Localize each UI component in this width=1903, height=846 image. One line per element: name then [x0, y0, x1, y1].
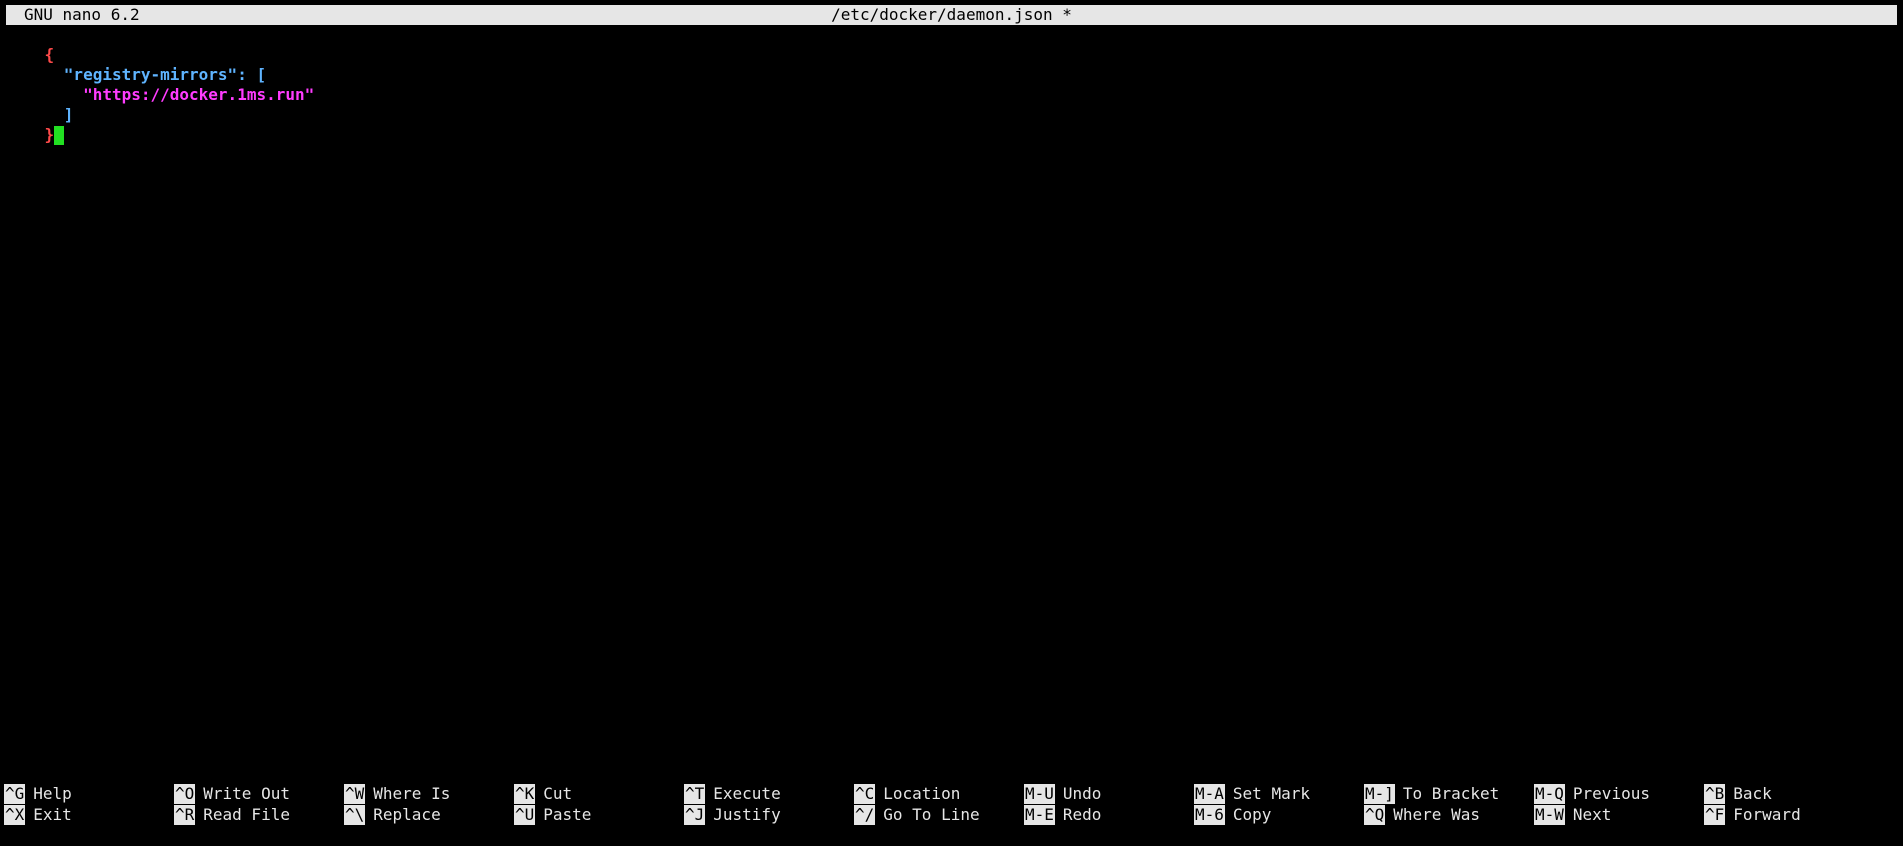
shortcut-write-out[interactable]: ^O Write Out: [174, 784, 290, 804]
shortcut-label: Read File: [203, 805, 290, 824]
code-line-3[interactable]: "https://docker.1ms.run": [6, 65, 314, 104]
shortcut-label: Paste: [543, 805, 592, 824]
shortcut-key: ^Q: [1364, 805, 1386, 825]
shortcut-read-file[interactable]: ^R Read File: [174, 805, 290, 825]
shortcut-cut[interactable]: ^K Cut: [514, 784, 572, 804]
shortcut-key: ^U: [514, 805, 536, 825]
shortcut-label: Undo: [1062, 784, 1102, 803]
shortcut-key: M-6: [1194, 805, 1225, 825]
shortcut-key: ^B: [1704, 784, 1726, 804]
shortcut-justify[interactable]: ^J Justify: [684, 805, 781, 825]
shortcut-label: Previous: [1572, 784, 1650, 803]
shortcut-set-mark[interactable]: M-A Set Mark: [1194, 784, 1310, 804]
shortcut-label: Location: [883, 784, 961, 803]
code-line-1[interactable]: {: [6, 25, 55, 64]
shortcut-forward[interactable]: ^F Forward: [1704, 805, 1801, 825]
title-bar: GNU nano 6.2 /etc/docker/daemon.json *: [6, 5, 1897, 25]
file-name: /etc/docker/daemon.json *: [831, 5, 1072, 24]
shortcut-label: Forward: [1733, 805, 1801, 824]
shortcut-key: ^C: [854, 784, 876, 804]
shortcut-label: Where Was: [1393, 805, 1480, 824]
shortcut-label: Set Mark: [1232, 784, 1310, 803]
shortcut-key: ^\: [344, 805, 366, 825]
shortcut-label: Justify: [713, 805, 781, 824]
code-line-2[interactable]: "registry-mirrors": [: [6, 45, 266, 84]
shortcut-to-bracket[interactable]: M-] To Bracket: [1364, 784, 1499, 804]
shortcut-key: ^/: [854, 805, 876, 825]
shortcut-label: Go To Line: [883, 805, 980, 824]
shortcut-label: Back: [1733, 784, 1772, 803]
shortcut-label: Copy: [1232, 805, 1272, 824]
shortcut-key: M-]: [1364, 784, 1395, 804]
text-cursor: [54, 126, 65, 145]
shortcut-where-is[interactable]: ^W Where Is: [344, 784, 450, 804]
shortcut-location[interactable]: ^C Location: [854, 784, 960, 804]
code-line-4[interactable]: ]: [6, 85, 74, 124]
shortcut-key: M-A: [1194, 784, 1225, 804]
shortcut-copy[interactable]: M-6 Copy: [1194, 805, 1271, 825]
json-string-value: "https://docker.1ms.run": [83, 85, 315, 104]
shortcut-undo[interactable]: M-U Undo: [1024, 784, 1101, 804]
shortcut-key: ^R: [174, 805, 196, 825]
code-line-5[interactable]: }: [6, 105, 65, 145]
close-brace: }: [44, 125, 55, 144]
shortcut-key: ^K: [514, 784, 536, 804]
shortcut-key: ^G: [4, 784, 26, 804]
shortcut-key: ^J: [684, 805, 706, 825]
shortcut-help[interactable]: ^G Help: [4, 784, 72, 804]
shortcut-key: M-W: [1534, 805, 1565, 825]
shortcut-bar: ^G Help ^O Write Out ^W Where Is ^K Cut ^T Ex…: [4, 784, 1899, 826]
editor-area[interactable]: { "registry-mirrors": [ "https://docker.…: [6, 25, 1897, 785]
shortcut-label: Replace: [373, 805, 441, 824]
shortcut-key: M-Q: [1534, 784, 1565, 804]
shortcut-label: Help: [33, 784, 72, 803]
shortcut-key: ^F: [1704, 805, 1726, 825]
shortcut-key: ^T: [684, 784, 706, 804]
shortcut-key: ^O: [174, 784, 196, 804]
shortcut-label: Where Is: [373, 784, 451, 803]
shortcut-where-was[interactable]: ^Q Where Was: [1364, 805, 1480, 825]
shortcut-label: Next: [1572, 805, 1612, 824]
shortcut-exit[interactable]: ^X Exit: [4, 805, 72, 825]
shortcut-next[interactable]: M-W Next: [1534, 805, 1611, 825]
shortcut-key: M-U: [1024, 784, 1055, 804]
shortcut-go-to-line[interactable]: ^/ Go To Line: [854, 805, 980, 825]
shortcut-label: Cut: [543, 784, 573, 803]
shortcut-label: To Bracket: [1402, 784, 1500, 803]
shortcut-redo[interactable]: M-E Redo: [1024, 805, 1101, 825]
shortcut-back[interactable]: ^B Back: [1704, 784, 1772, 804]
shortcut-execute[interactable]: ^T Execute: [684, 784, 781, 804]
shortcut-previous[interactable]: M-Q Previous: [1534, 784, 1650, 804]
shortcut-key: M-E: [1024, 805, 1055, 825]
shortcut-label: Exit: [33, 805, 72, 824]
shortcut-label: Execute: [713, 784, 781, 803]
shortcut-label: Redo: [1062, 805, 1102, 824]
shortcut-key: ^X: [4, 805, 26, 825]
shortcut-key: ^W: [344, 784, 366, 804]
shortcut-paste[interactable]: ^U Paste: [514, 805, 591, 825]
close-bracket: ]: [63, 105, 74, 124]
shortcut-replace[interactable]: ^\ Replace: [344, 805, 441, 825]
shortcut-label: Write Out: [203, 784, 290, 803]
